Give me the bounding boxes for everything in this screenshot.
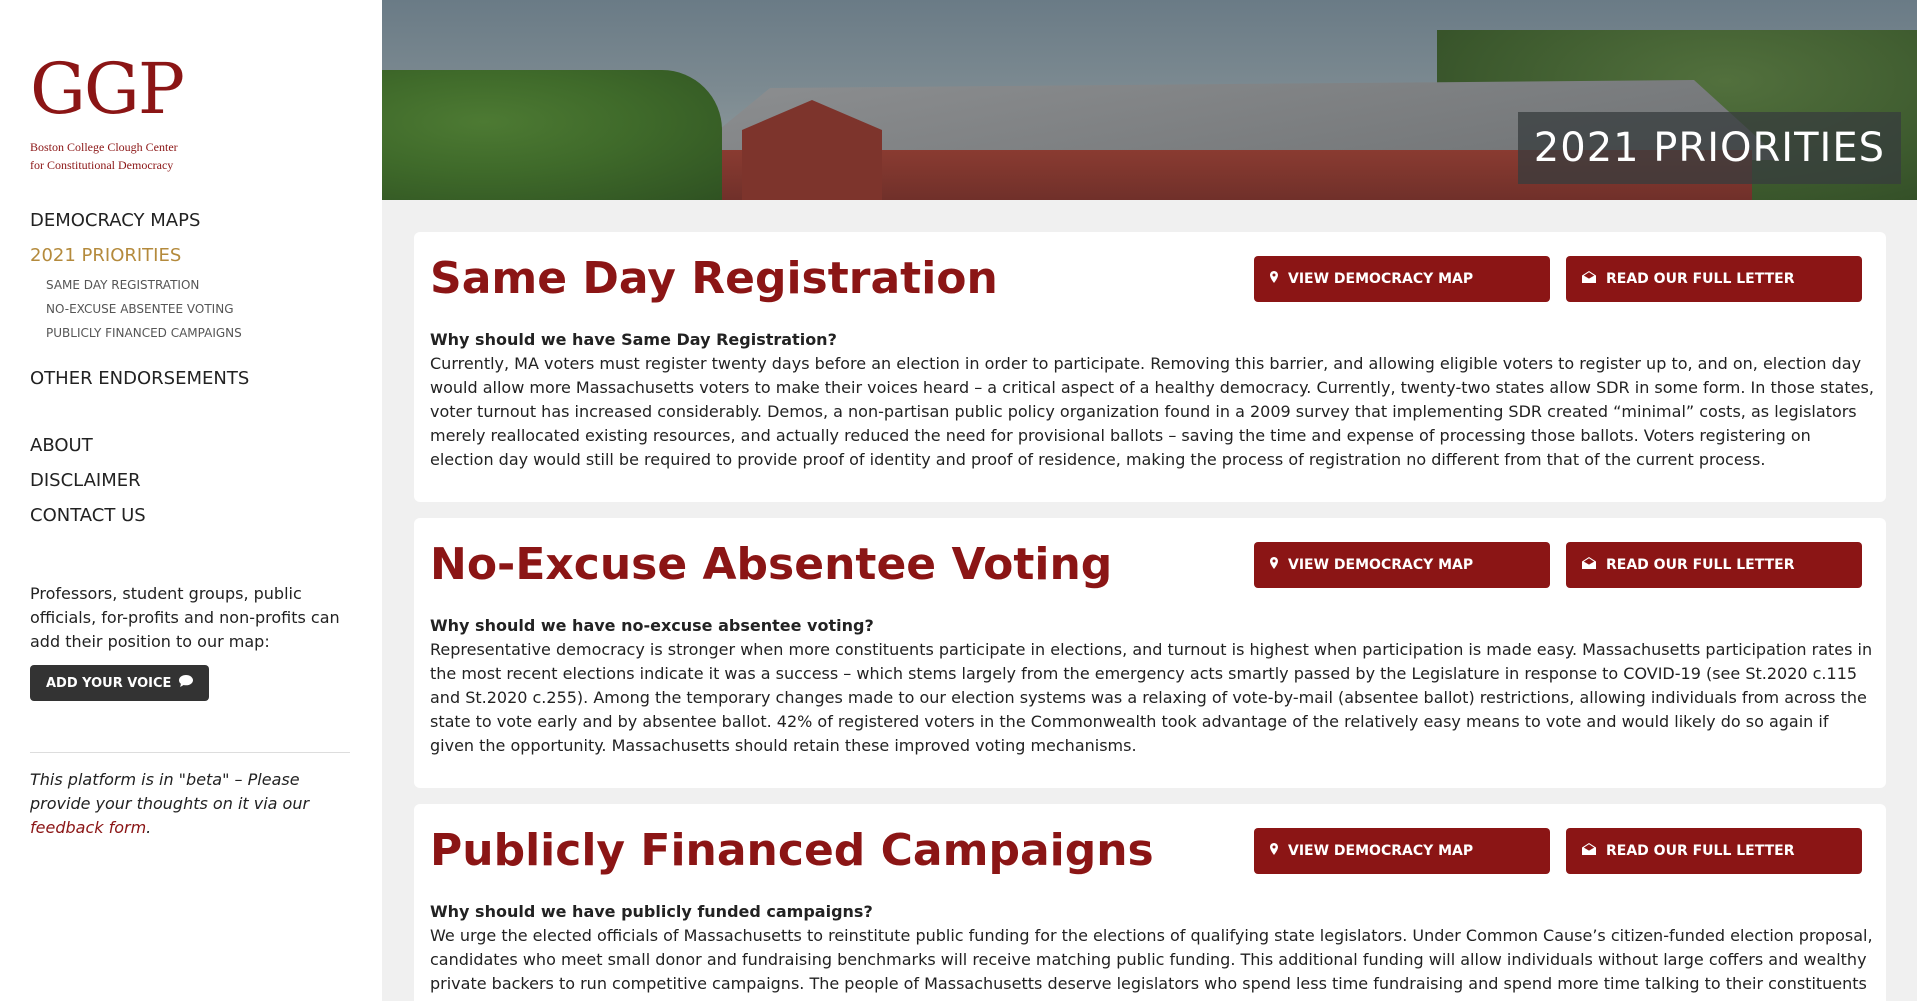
priority-card-same-day-registration: Same Day Registration VIEW DEMOCRACY MAP…	[414, 232, 1886, 502]
view-democracy-map-label: VIEW DEMOCRACY MAP	[1288, 843, 1474, 859]
card-body: Currently, MA voters must register twent…	[430, 354, 1874, 469]
card-question: Why should we have publicly funded campa…	[430, 902, 873, 921]
hero-trees-left	[382, 70, 722, 200]
card-title: Same Day Registration	[430, 253, 998, 304]
read-full-letter-button[interactable]: READ OUR FULL LETTER	[1566, 256, 1862, 302]
read-full-letter-button[interactable]: READ OUR FULL LETTER	[1566, 828, 1862, 874]
card-title: No-Excuse Absentee Voting	[430, 539, 1113, 590]
nav-democracy-maps[interactable]: DEMOCRACY MAPS	[30, 210, 200, 231]
add-your-voice-button[interactable]: ADD YOUR VOICE	[30, 665, 210, 701]
card-title: Publicly Financed Campaigns	[430, 825, 1154, 876]
logo-subtitle-line1: Boston College Clough Center	[30, 140, 178, 154]
ggp-logo[interactable]: GGP	[30, 54, 185, 124]
nav-about[interactable]: ABOUT	[30, 435, 93, 456]
view-democracy-map-label: VIEW DEMOCRACY MAP	[1288, 557, 1474, 573]
read-full-letter-button[interactable]: READ OUR FULL LETTER	[1566, 542, 1862, 588]
logo-subtitle: Boston College Clough Center for Constit…	[30, 138, 178, 174]
view-democracy-map-button[interactable]: VIEW DEMOCRACY MAP	[1254, 828, 1550, 874]
read-full-letter-label: READ OUR FULL LETTER	[1606, 843, 1795, 859]
beta-note: This platform is in "beta" – Please prov…	[30, 768, 360, 840]
card-question: Why should we have Same Day Registration…	[430, 330, 837, 349]
view-democracy-map-label: VIEW DEMOCRACY MAP	[1288, 271, 1474, 287]
map-marker-icon	[1270, 843, 1278, 859]
nav-2021-priorities[interactable]: 2021 PRIORITIES	[30, 245, 181, 266]
priority-card-publicly-financed-campaigns: Publicly Financed Campaigns VIEW DEMOCRA…	[414, 804, 1886, 1001]
speech-bubble-icon	[179, 675, 194, 691]
read-full-letter-label: READ OUR FULL LETTER	[1606, 557, 1795, 573]
envelope-open-icon	[1582, 843, 1596, 859]
beta-note-text: This platform is in "beta" – Please prov…	[30, 770, 310, 813]
card-body: We urge the elected officials of Massach…	[430, 926, 1873, 1001]
envelope-open-icon	[1582, 271, 1596, 287]
page-title: 2021 PRIORITIES	[1517, 112, 1901, 184]
nav-contact-us[interactable]: CONTACT US	[30, 505, 146, 526]
hero-banner: 2021 PRIORITIES	[382, 0, 1917, 200]
nav-other-endorsements[interactable]: OTHER ENDORSEMENTS	[30, 368, 249, 389]
sidebar: GGP Boston College Clough Center for Con…	[0, 0, 382, 1001]
card-question: Why should we have no-excuse absentee vo…	[430, 616, 874, 635]
view-democracy-map-button[interactable]: VIEW DEMOCRACY MAP	[1254, 542, 1550, 588]
feedback-form-link[interactable]: feedback form	[30, 818, 146, 837]
view-democracy-map-button[interactable]: VIEW DEMOCRACY MAP	[1254, 256, 1550, 302]
priority-card-no-excuse-absentee-voting: No-Excuse Absentee Voting VIEW DEMOCRACY…	[414, 518, 1886, 788]
map-marker-icon	[1270, 557, 1278, 573]
logo-subtitle-line2: for Constitutional Democracy	[30, 158, 174, 172]
sidebar-divider	[30, 752, 350, 753]
nav-sub-no-excuse-absentee-voting[interactable]: NO-EXCUSE ABSENTEE VOTING	[46, 302, 234, 316]
map-marker-icon	[1270, 271, 1278, 287]
nav-sub-same-day-registration[interactable]: SAME DAY REGISTRATION	[46, 278, 199, 292]
envelope-open-icon	[1582, 557, 1596, 573]
sidebar-blurb: Professors, student groups, public offic…	[30, 584, 340, 651]
nav-sub-publicly-financed-campaigns[interactable]: PUBLICLY FINANCED CAMPAIGNS	[46, 326, 242, 340]
beta-note-suffix: .	[146, 818, 152, 837]
read-full-letter-label: READ OUR FULL LETTER	[1606, 271, 1795, 287]
nav-disclaimer[interactable]: DISCLAIMER	[30, 470, 141, 491]
card-body: Representative democracy is stronger whe…	[430, 640, 1873, 755]
add-your-voice-label: ADD YOUR VOICE	[46, 675, 172, 691]
